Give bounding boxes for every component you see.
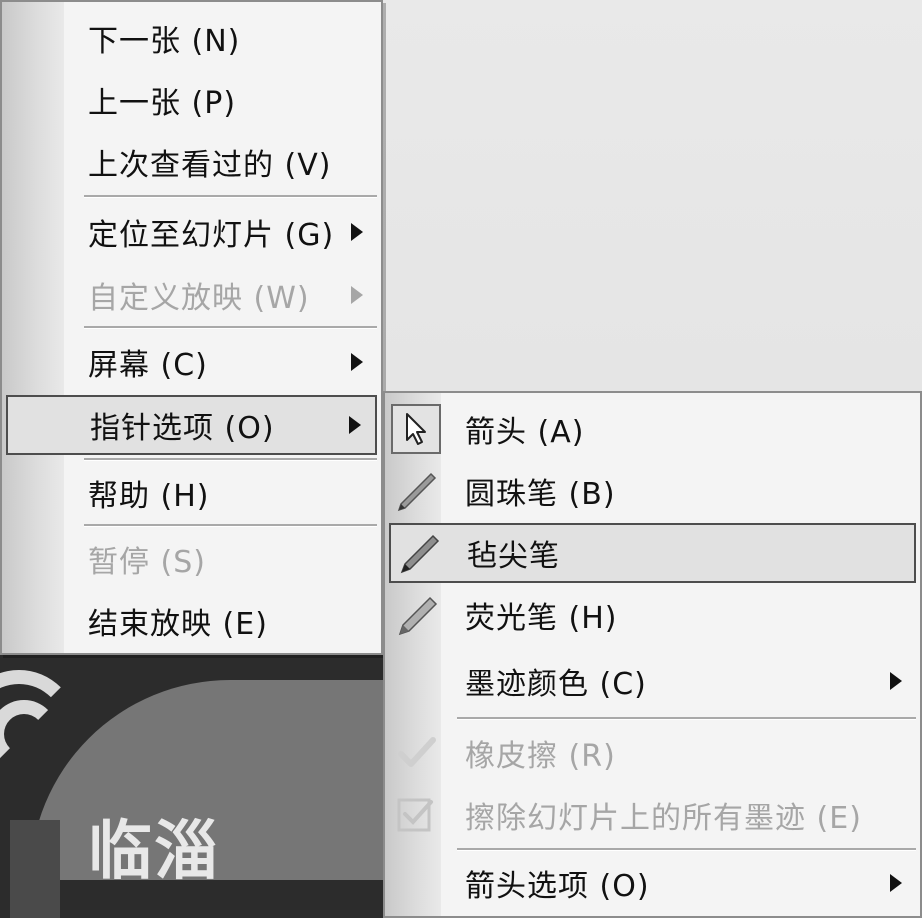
menu-item-label: 指针选项 (O) xyxy=(90,411,275,446)
menu-item-label: 下一张 (N) xyxy=(88,24,241,59)
highlighter-pen-icon xyxy=(391,590,441,640)
submenu-item-arrow[interactable]: 箭头 (A) xyxy=(389,399,916,459)
menu-item-label: 上一张 (P) xyxy=(88,86,237,121)
menu-item-label: 结束放映 (E) xyxy=(88,607,268,642)
menu-item-next[interactable]: 下一张 (N) xyxy=(6,8,377,68)
slide-background: 临淄 xyxy=(0,640,390,918)
menu-separator xyxy=(84,195,377,198)
menu-item-label: 橡皮擦 (R) xyxy=(465,739,616,774)
submenu-arrow-icon xyxy=(351,223,363,241)
menu-item-help[interactable]: 帮助 (H) xyxy=(6,463,377,523)
submenu-item-ballpoint-pen[interactable]: 圆珠笔 (B) xyxy=(389,461,916,521)
menu-separator xyxy=(84,326,377,329)
ballpoint-pen-icon xyxy=(391,466,441,516)
menu-separator xyxy=(457,717,916,720)
menu-item-previous[interactable]: 上一张 (P) xyxy=(6,70,377,130)
slideshow-context-menu: 下一张 (N) 上一张 (P) 上次查看过的 (V) 定位至幻灯片 (G) 自定… xyxy=(0,0,383,655)
menu-item-custom-show: 自定义放映 (W) xyxy=(6,265,377,325)
menu-item-label: 圆珠笔 (B) xyxy=(465,477,616,512)
submenu-item-arrow-options[interactable]: 箭头选项 (O) xyxy=(389,853,916,913)
menu-item-label: 箭头选项 (O) xyxy=(465,869,650,904)
eraser-icon xyxy=(391,728,441,778)
menu-item-screen[interactable]: 屏幕 (C) xyxy=(6,332,377,392)
menu-item-label: 毡尖笔 xyxy=(467,539,560,574)
submenu-item-felt-tip-pen[interactable]: 毡尖笔 xyxy=(389,523,916,583)
submenu-item-erase-all-ink: 擦除幻灯片上的所有墨迹 (E) xyxy=(389,785,916,845)
submenu-item-highlighter[interactable]: 荧光笔 (H) xyxy=(389,585,916,645)
submenu-item-eraser: 橡皮擦 (R) xyxy=(389,723,916,783)
submenu-arrow-icon xyxy=(351,286,363,304)
menu-item-label: 墨迹颜色 (C) xyxy=(465,667,647,702)
menu-separator xyxy=(84,524,377,527)
submenu-arrow-icon xyxy=(890,874,902,892)
menu-item-last-viewed[interactable]: 上次查看过的 (V) xyxy=(6,132,377,192)
submenu-arrow-icon xyxy=(349,416,361,434)
menu-item-label: 荧光笔 (H) xyxy=(465,601,618,636)
erase-all-ink-icon xyxy=(391,790,441,840)
arrow-cursor-icon xyxy=(391,404,441,454)
menu-separator xyxy=(457,848,916,851)
slideshow-screen: 临淄 下一张 (N) 上一张 (P) 上次查看过的 (V) 定位至幻灯片 (G)… xyxy=(0,0,922,918)
menu-item-go-to-slide[interactable]: 定位至幻灯片 (G) xyxy=(6,201,377,263)
submenu-arrow-icon xyxy=(890,672,902,690)
menu-item-label: 箭头 (A) xyxy=(465,415,585,450)
menu-item-label: 暂停 (S) xyxy=(88,545,206,580)
slide-figure-shape xyxy=(10,820,60,918)
submenu-item-ink-color[interactable]: 墨迹颜色 (C) xyxy=(389,649,916,713)
slide-title-text: 临淄 xyxy=(88,814,220,889)
menu-item-label: 擦除幻灯片上的所有墨迹 (E) xyxy=(465,801,862,836)
submenu-arrow-icon xyxy=(351,353,363,371)
felt-tip-pen-icon xyxy=(393,528,443,578)
menu-item-label: 帮助 (H) xyxy=(88,479,210,514)
menu-separator xyxy=(84,458,377,461)
menu-item-label: 屏幕 (C) xyxy=(88,348,208,383)
pointer-options-submenu: 箭头 (A) 圆珠笔 (B) 毡尖笔 荧光笔 (H) 墨迹颜色 (C) 橡皮擦 … xyxy=(383,391,922,918)
menu-item-label: 上次查看过的 (V) xyxy=(88,148,332,183)
menu-item-label: 定位至幻灯片 (G) xyxy=(88,218,335,253)
menu-item-pointer-options[interactable]: 指针选项 (O) xyxy=(6,395,377,455)
menu-item-end-show[interactable]: 结束放映 (E) xyxy=(6,591,377,651)
menu-item-label: 自定义放映 (W) xyxy=(88,281,310,316)
menu-item-pause: 暂停 (S) xyxy=(6,529,377,589)
